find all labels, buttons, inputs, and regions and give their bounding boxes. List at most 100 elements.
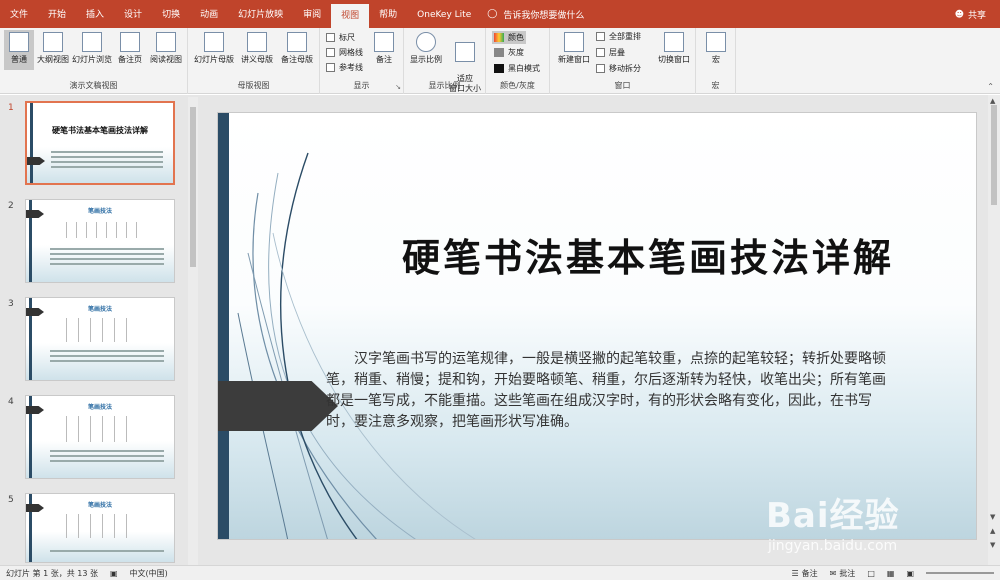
tab-design[interactable]: 设计 xyxy=(114,0,152,28)
notes-master-button[interactable]: 备注母版 xyxy=(278,30,316,70)
slide-scrollbar[interactable]: ▲ ▼ ▲ ▼ xyxy=(988,95,1000,565)
zoom-slider[interactable] xyxy=(920,572,1000,574)
move-split-label: 移动拆分 xyxy=(609,64,641,73)
thumb-text-line xyxy=(50,258,164,260)
outline-view-icon xyxy=(43,32,63,52)
thumbnail-title: 笔画技法 xyxy=(87,306,112,313)
black-white-option[interactable]: 黑白模式 xyxy=(494,63,540,74)
accessibility-icon[interactable]: ▣ xyxy=(104,569,124,578)
arrange-all-button[interactable]: 全部重排 xyxy=(596,31,641,42)
arrange-all-label: 全部重排 xyxy=(609,32,641,41)
handout-master-button[interactable]: 讲义母版 xyxy=(238,30,276,70)
handout-master-label: 讲义母版 xyxy=(241,55,273,64)
tab-onekey[interactable]: OneKey Lite xyxy=(407,0,481,28)
slide-master-button[interactable]: 幻灯片母版 xyxy=(192,30,236,70)
switch-window-label: 切换窗口 xyxy=(658,55,690,64)
tell-me-box[interactable]: ◯ 告诉我你想要做什么 xyxy=(487,8,584,21)
current-slide[interactable]: 硬笔书法基本笔画技法详解 汉字笔画书写的运笔规律，一般是横竖撇的起笔较重，点捺的… xyxy=(217,112,977,540)
thumbnail-slide-5[interactable]: 笔画技法 xyxy=(25,493,175,563)
decorative-curves xyxy=(237,152,476,539)
group-title-macros: 宏 xyxy=(711,81,720,90)
slide-master-label: 幻灯片母版 xyxy=(194,55,234,64)
comments-toggle-icon: ✉ xyxy=(829,568,837,578)
thumbnail-slide-1[interactable]: 硬笔书法基本笔画技法详解 xyxy=(25,101,175,185)
notes-page-button[interactable]: 备注页 xyxy=(114,30,146,70)
prev-slide-icon[interactable]: ▲ xyxy=(990,527,995,535)
outline-view-button[interactable]: 大纲视图 xyxy=(36,30,70,70)
thumbnail-slide-2[interactable]: 笔画技法 xyxy=(25,199,175,283)
reading-view-status-icon[interactable]: ▣ xyxy=(900,569,920,578)
fit-window-icon xyxy=(455,42,475,62)
share-button[interactable]: ☻ 共享 xyxy=(955,8,986,22)
tab-slideshow[interactable]: 幻灯片放映 xyxy=(228,0,293,28)
new-window-button[interactable]: 新建窗口 xyxy=(554,30,594,70)
move-split-button[interactable]: 移动拆分 xyxy=(596,63,641,74)
tab-file[interactable]: 文件 xyxy=(0,0,38,28)
zoom-button[interactable]: 显示比例 xyxy=(408,30,444,70)
thumbnail-title: 笔画技法 xyxy=(87,404,112,411)
slide-title[interactable]: 硬笔书法基本笔画技法详解 xyxy=(318,227,976,282)
thumb-text-line xyxy=(51,151,163,153)
guides-checkbox[interactable]: 参考线 xyxy=(326,62,363,73)
normal-view-button[interactable]: 普通 xyxy=(4,30,34,70)
tab-transitions[interactable]: 切换 xyxy=(152,0,190,28)
next-slide-icon[interactable]: ▼ xyxy=(990,541,995,549)
thumb-text-line xyxy=(50,455,164,457)
slide-sorter-button[interactable]: 幻灯片浏览 xyxy=(72,30,112,70)
group-title-window: 窗口 xyxy=(614,81,631,90)
macros-button[interactable]: 宏 xyxy=(702,30,730,70)
group-title-color: 颜色/灰度 xyxy=(500,81,535,90)
language-status[interactable]: 中文(中国) xyxy=(124,568,174,579)
ribbon: 普通 大纲视图 幻灯片浏览 备注页 阅读视图 演示文稿视图 幻灯片母版 讲义母版 xyxy=(0,28,1000,94)
tab-animations[interactable]: 动画 xyxy=(190,0,228,28)
macros-label: 宏 xyxy=(712,55,720,64)
thumbnail-scroll-thumb[interactable] xyxy=(190,107,196,267)
thumbnail-number: 2 xyxy=(8,201,14,211)
outline-view-label: 大纲视图 xyxy=(37,55,69,64)
tab-review[interactable]: 审阅 xyxy=(293,0,331,28)
thumbnail-slide-3[interactable]: 笔画技法 xyxy=(25,297,175,381)
thumbnail-scrollbar[interactable] xyxy=(188,97,198,565)
thumbnail-slide-4[interactable]: 笔画技法 xyxy=(25,395,175,479)
slide-scroll-thumb[interactable] xyxy=(991,105,997,205)
group-zoom: 显示比例 适应 窗口大小 显示比例 xyxy=(404,28,486,94)
thumbnail-number: 3 xyxy=(8,299,14,309)
notes-button[interactable]: 备注 xyxy=(370,30,398,70)
zoom-slider-track xyxy=(926,572,994,574)
move-split-icon xyxy=(596,64,605,73)
tab-insert[interactable]: 插入 xyxy=(76,0,114,28)
scroll-down-icon[interactable]: ▼ xyxy=(990,513,995,521)
new-window-icon xyxy=(564,32,584,52)
fit-to-window-button[interactable]: 适应 窗口大小 xyxy=(446,30,484,93)
normal-view-status-icon[interactable]: □ xyxy=(861,569,881,578)
slide-body-text[interactable]: 汉字笔画书写的运笔规律，一般是横竖撇的起笔较重，点捺的起笔较轻；转折处要略顿笔，… xyxy=(326,349,886,433)
tab-help[interactable]: 帮助 xyxy=(369,0,407,28)
scroll-up-icon[interactable]: ▲ xyxy=(990,97,995,105)
gridlines-label: 网格线 xyxy=(339,48,363,57)
tab-view[interactable]: 视图 xyxy=(331,4,370,28)
cascade-label: 层叠 xyxy=(609,48,625,57)
show-dialog-launcher-icon[interactable]: ↘ xyxy=(395,83,401,91)
slide-count-status: 幻灯片 第 1 张，共 13 张 xyxy=(6,568,98,578)
cascade-button[interactable]: 层叠 xyxy=(596,47,625,58)
notes-toggle[interactable]: ☰ 备注 xyxy=(785,568,823,579)
slide-sorter-label: 幻灯片浏览 xyxy=(72,55,112,64)
thumb-text-line xyxy=(50,253,164,255)
switch-window-button[interactable]: 切换窗口 xyxy=(654,30,694,78)
ruler-checkbox[interactable]: 标尺 xyxy=(326,32,355,43)
comments-toggle[interactable]: ✉ 批注 xyxy=(824,568,862,579)
collapse-ribbon-icon[interactable]: ⌃ xyxy=(987,82,994,91)
thumb-table xyxy=(66,514,134,538)
grayscale-option[interactable]: 灰度 xyxy=(494,47,524,58)
sorter-view-status-icon[interactable]: ▦ xyxy=(881,569,901,578)
black-white-swatch-icon xyxy=(494,64,504,73)
thumb-arrow xyxy=(27,157,45,165)
gridlines-checkbox[interactable]: 网格线 xyxy=(326,47,363,58)
ruler-check xyxy=(326,33,335,42)
guides-label: 参考线 xyxy=(339,63,363,72)
lightbulb-icon: ◯ xyxy=(487,9,498,19)
group-title-show: 显示 xyxy=(353,81,370,90)
color-option[interactable]: 颜色 xyxy=(492,31,526,44)
reading-view-button[interactable]: 阅读视图 xyxy=(148,30,184,70)
tab-home[interactable]: 开始 xyxy=(38,0,76,28)
